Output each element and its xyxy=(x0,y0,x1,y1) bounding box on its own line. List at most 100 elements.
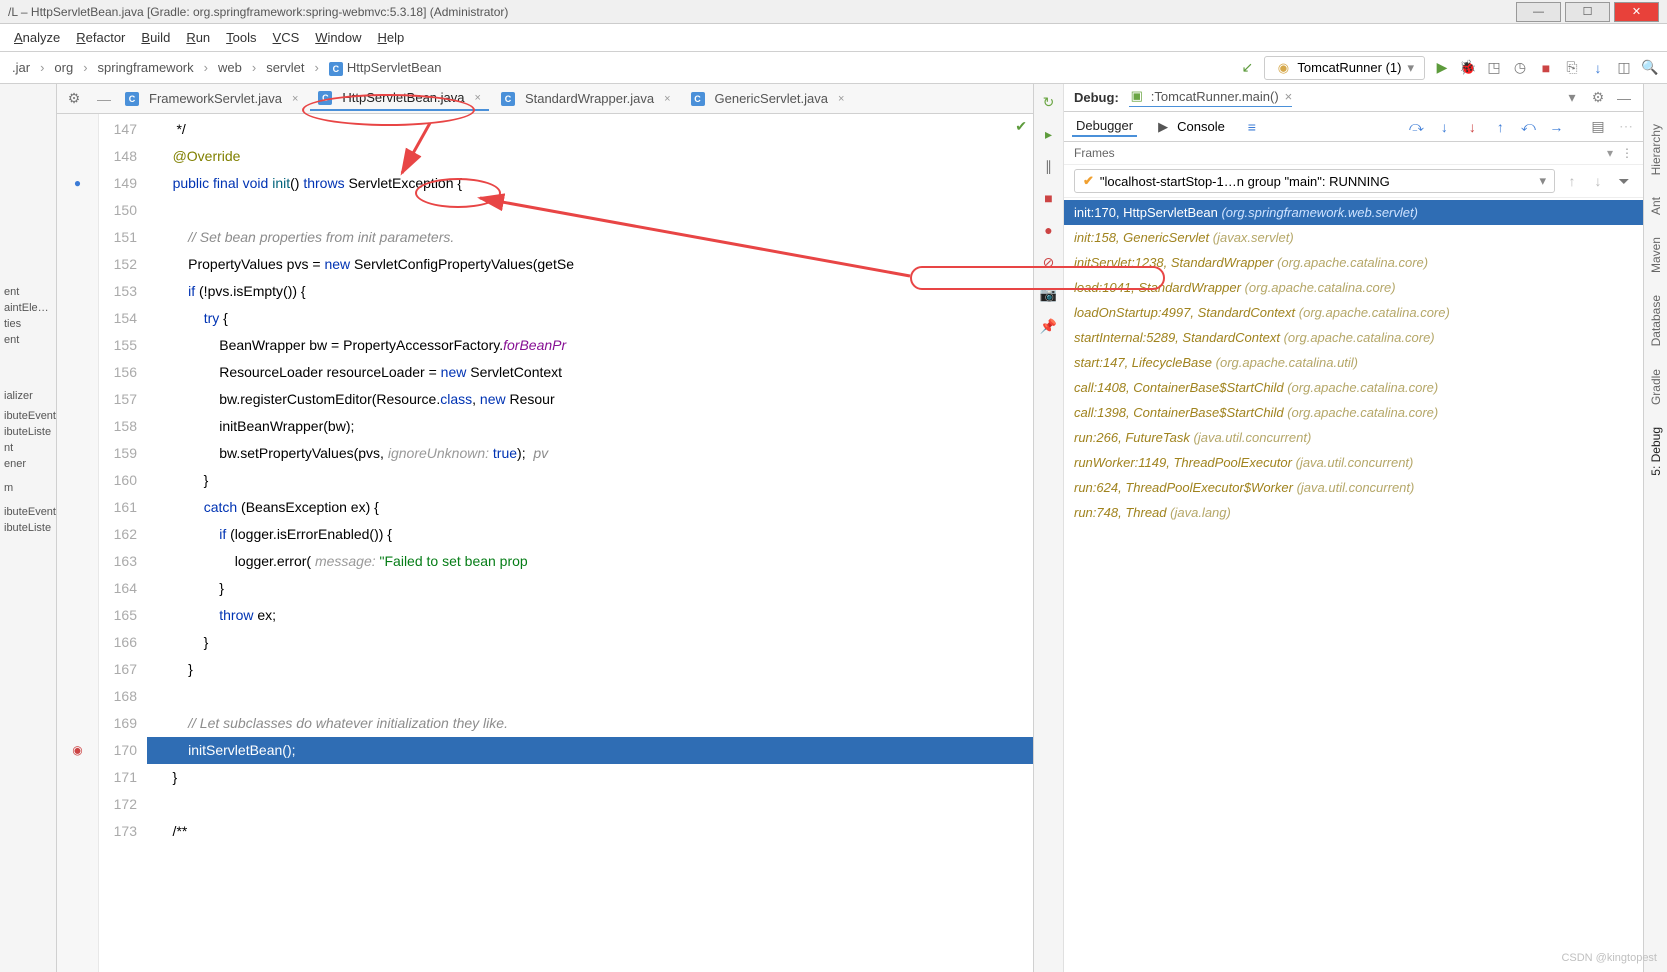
structure-item[interactable]: aintEle… xyxy=(0,300,56,316)
tool-window-debug[interactable]: 5: Debug xyxy=(1649,427,1663,476)
thread-selector[interactable]: ✔ "localhost-startStop-1…n group "main":… xyxy=(1074,169,1555,193)
stack-frame[interactable]: init:158, GenericServlet (javax.servlet) xyxy=(1064,225,1643,250)
step-out-icon[interactable]: ↑ xyxy=(1491,118,1509,136)
code-line[interactable]: try { xyxy=(147,305,1033,332)
structure-item[interactable]: ent xyxy=(0,284,56,300)
editor-tab-httpservletbean[interactable]: CHttpServletBean.java× xyxy=(310,86,489,111)
code-line[interactable]: bw.setPropertyValues(pvs, ignoreUnknown:… xyxy=(147,440,1033,467)
filter-icon[interactable]: ⏷ xyxy=(1615,172,1633,190)
stack-frame[interactable]: initServlet:1238, StandardWrapper (org.a… xyxy=(1064,250,1643,275)
code-line[interactable]: if (!pvs.isEmpty()) { xyxy=(147,278,1033,305)
breadcrumb-item[interactable]: servlet xyxy=(262,58,308,77)
resume-icon[interactable]: ▸ xyxy=(1039,124,1059,144)
more-frames-icon[interactable]: ⋮ xyxy=(1621,146,1633,160)
camera-icon[interactable]: 📷 xyxy=(1039,284,1059,304)
code-line[interactable]: bw.registerCustomEditor(Resource.class, … xyxy=(147,386,1033,413)
menu-tools[interactable]: Tools xyxy=(220,28,262,47)
close-icon[interactable]: × xyxy=(475,92,481,104)
structure-item[interactable]: ibuteEvent xyxy=(0,504,56,520)
tab-console[interactable]: ▶ Console xyxy=(1151,117,1229,137)
code-line[interactable]: } xyxy=(147,629,1033,656)
structure-item[interactable]: ener xyxy=(0,456,56,472)
stop-debug-icon[interactable]: ■ xyxy=(1039,188,1059,208)
hide-icon[interactable]: — xyxy=(95,90,113,108)
code-line[interactable]: PropertyValues pvs = new ServletConfigPr… xyxy=(147,251,1033,278)
breadcrumb-item[interactable]: CHttpServletBean xyxy=(325,58,446,78)
close-icon[interactable]: × xyxy=(838,93,844,105)
editor-tab-frameworkservlet[interactable]: CFrameworkServlet.java× xyxy=(117,86,306,111)
tool-window-hierarchy[interactable]: Hierarchy xyxy=(1649,124,1663,175)
code-line[interactable]: // Let subclasses do whatever initializa… xyxy=(147,710,1033,737)
code-line[interactable]: @Override xyxy=(147,143,1033,170)
code-line[interactable]: public final void init() throws ServletE… xyxy=(147,170,1033,197)
structure-item[interactable]: ibuteEvent xyxy=(0,408,56,424)
code-line[interactable] xyxy=(147,683,1033,710)
tab-debugger[interactable]: Debugger xyxy=(1072,116,1137,137)
tool-window-maven[interactable]: Maven xyxy=(1649,237,1663,273)
editor-tab-genericservlet[interactable]: CGenericServlet.java× xyxy=(683,86,853,111)
git-button[interactable]: ⎘ xyxy=(1563,59,1581,77)
code-line[interactable]: BeanWrapper bw = PropertyAccessorFactory… xyxy=(147,332,1033,359)
structure-item[interactable]: nt xyxy=(0,440,56,456)
code-line[interactable]: */ xyxy=(147,116,1033,143)
close-button[interactable]: ✕ xyxy=(1614,2,1659,22)
drop-frame-icon[interactable]: ⤺ xyxy=(1519,118,1537,136)
code-editor[interactable]: ✔ ●◉ 14714814915015115215315415515615715… xyxy=(57,114,1033,972)
breadcrumb-item[interactable]: springframework xyxy=(94,58,198,77)
menu-build[interactable]: Build xyxy=(135,28,176,47)
chevron-down-icon[interactable]: ▾ xyxy=(1607,146,1613,160)
stack-frame[interactable]: run:624, ThreadPoolExecutor$Worker (java… xyxy=(1064,475,1643,500)
stack-frame[interactable]: run:266, FutureTask (java.util.concurren… xyxy=(1064,425,1643,450)
gear-icon[interactable]: ⚙ xyxy=(65,90,83,108)
close-icon[interactable]: × xyxy=(664,93,670,105)
code-line[interactable] xyxy=(147,197,1033,224)
tool-window-gradle[interactable]: Gradle xyxy=(1649,369,1663,405)
tool-window-database[interactable]: Database xyxy=(1649,295,1663,346)
code-line[interactable]: catch (BeansException ex) { xyxy=(147,494,1033,521)
structure-item[interactable]: ibuteListe xyxy=(0,520,56,536)
close-debug-tab[interactable]: × xyxy=(1285,89,1293,104)
code-line[interactable]: } xyxy=(147,467,1033,494)
breadcrumb-item[interactable]: org xyxy=(50,58,77,77)
structure-item[interactable]: ibuteListe xyxy=(0,424,56,440)
next-frame-icon[interactable]: ↓ xyxy=(1589,172,1607,190)
more-icon[interactable]: ⋯ xyxy=(1617,118,1635,136)
search-everywhere-icon[interactable]: 🔍 xyxy=(1641,59,1659,77)
code-line[interactable]: initBeanWrapper(bw); xyxy=(147,413,1033,440)
tool-window-ant[interactable]: Ant xyxy=(1649,197,1663,215)
mute-breakpoints-icon[interactable]: ⊘ xyxy=(1039,252,1059,272)
breadcrumb-item[interactable]: .jar xyxy=(8,58,34,77)
maximize-button[interactable]: ☐ xyxy=(1565,2,1610,22)
stack-frame[interactable]: run:748, Thread (java.lang) xyxy=(1064,500,1643,525)
hide-panel-icon[interactable]: — xyxy=(1615,89,1633,107)
structure-button[interactable]: ◫ xyxy=(1615,59,1633,77)
minimize-button[interactable]: — xyxy=(1516,2,1561,22)
code-line[interactable]: throw ex; xyxy=(147,602,1033,629)
structure-item[interactable]: ent xyxy=(0,332,56,348)
rerun-icon[interactable]: ↻ xyxy=(1039,92,1059,112)
step-into-icon[interactable]: ↓ xyxy=(1435,118,1453,136)
prev-frame-icon[interactable]: ↑ xyxy=(1563,172,1581,190)
menu-analyze[interactable]: Analyze xyxy=(8,28,66,47)
step-over-icon[interactable]: ⤼ xyxy=(1407,118,1425,136)
stack-frame[interactable]: loadOnStartup:4997, StandardContext (org… xyxy=(1064,300,1643,325)
code-line[interactable]: } xyxy=(147,764,1033,791)
code-line[interactable]: // Set bean properties from init paramet… xyxy=(147,224,1033,251)
menu-help[interactable]: Help xyxy=(372,28,411,47)
run-to-cursor-icon[interactable]: → xyxy=(1547,118,1565,136)
evaluate-icon[interactable]: ▤ xyxy=(1589,118,1607,136)
stack-frame[interactable]: call:1408, ContainerBase$StartChild (org… xyxy=(1064,375,1643,400)
code-line[interactable]: logger.error( message: "Failed to set be… xyxy=(147,548,1033,575)
code-body[interactable]: */ @Override public final void init() th… xyxy=(147,114,1033,972)
stop-button[interactable]: ■ xyxy=(1537,59,1555,77)
coverage-button[interactable]: ◳ xyxy=(1485,59,1503,77)
threads-icon[interactable]: ≡ xyxy=(1243,118,1261,136)
structure-item[interactable]: ties xyxy=(0,316,56,332)
code-line[interactable]: initServletBean(); xyxy=(147,737,1033,764)
breakpoint-marker[interactable]: ● xyxy=(74,176,81,190)
menu-run[interactable]: Run xyxy=(180,28,216,47)
menu-refactor[interactable]: Refactor xyxy=(70,28,131,47)
run-config-selector[interactable]: ◉ TomcatRunner (1) ▾ xyxy=(1264,56,1425,80)
structure-item[interactable]: ializer xyxy=(0,388,56,404)
menu-window[interactable]: Window xyxy=(309,28,367,47)
